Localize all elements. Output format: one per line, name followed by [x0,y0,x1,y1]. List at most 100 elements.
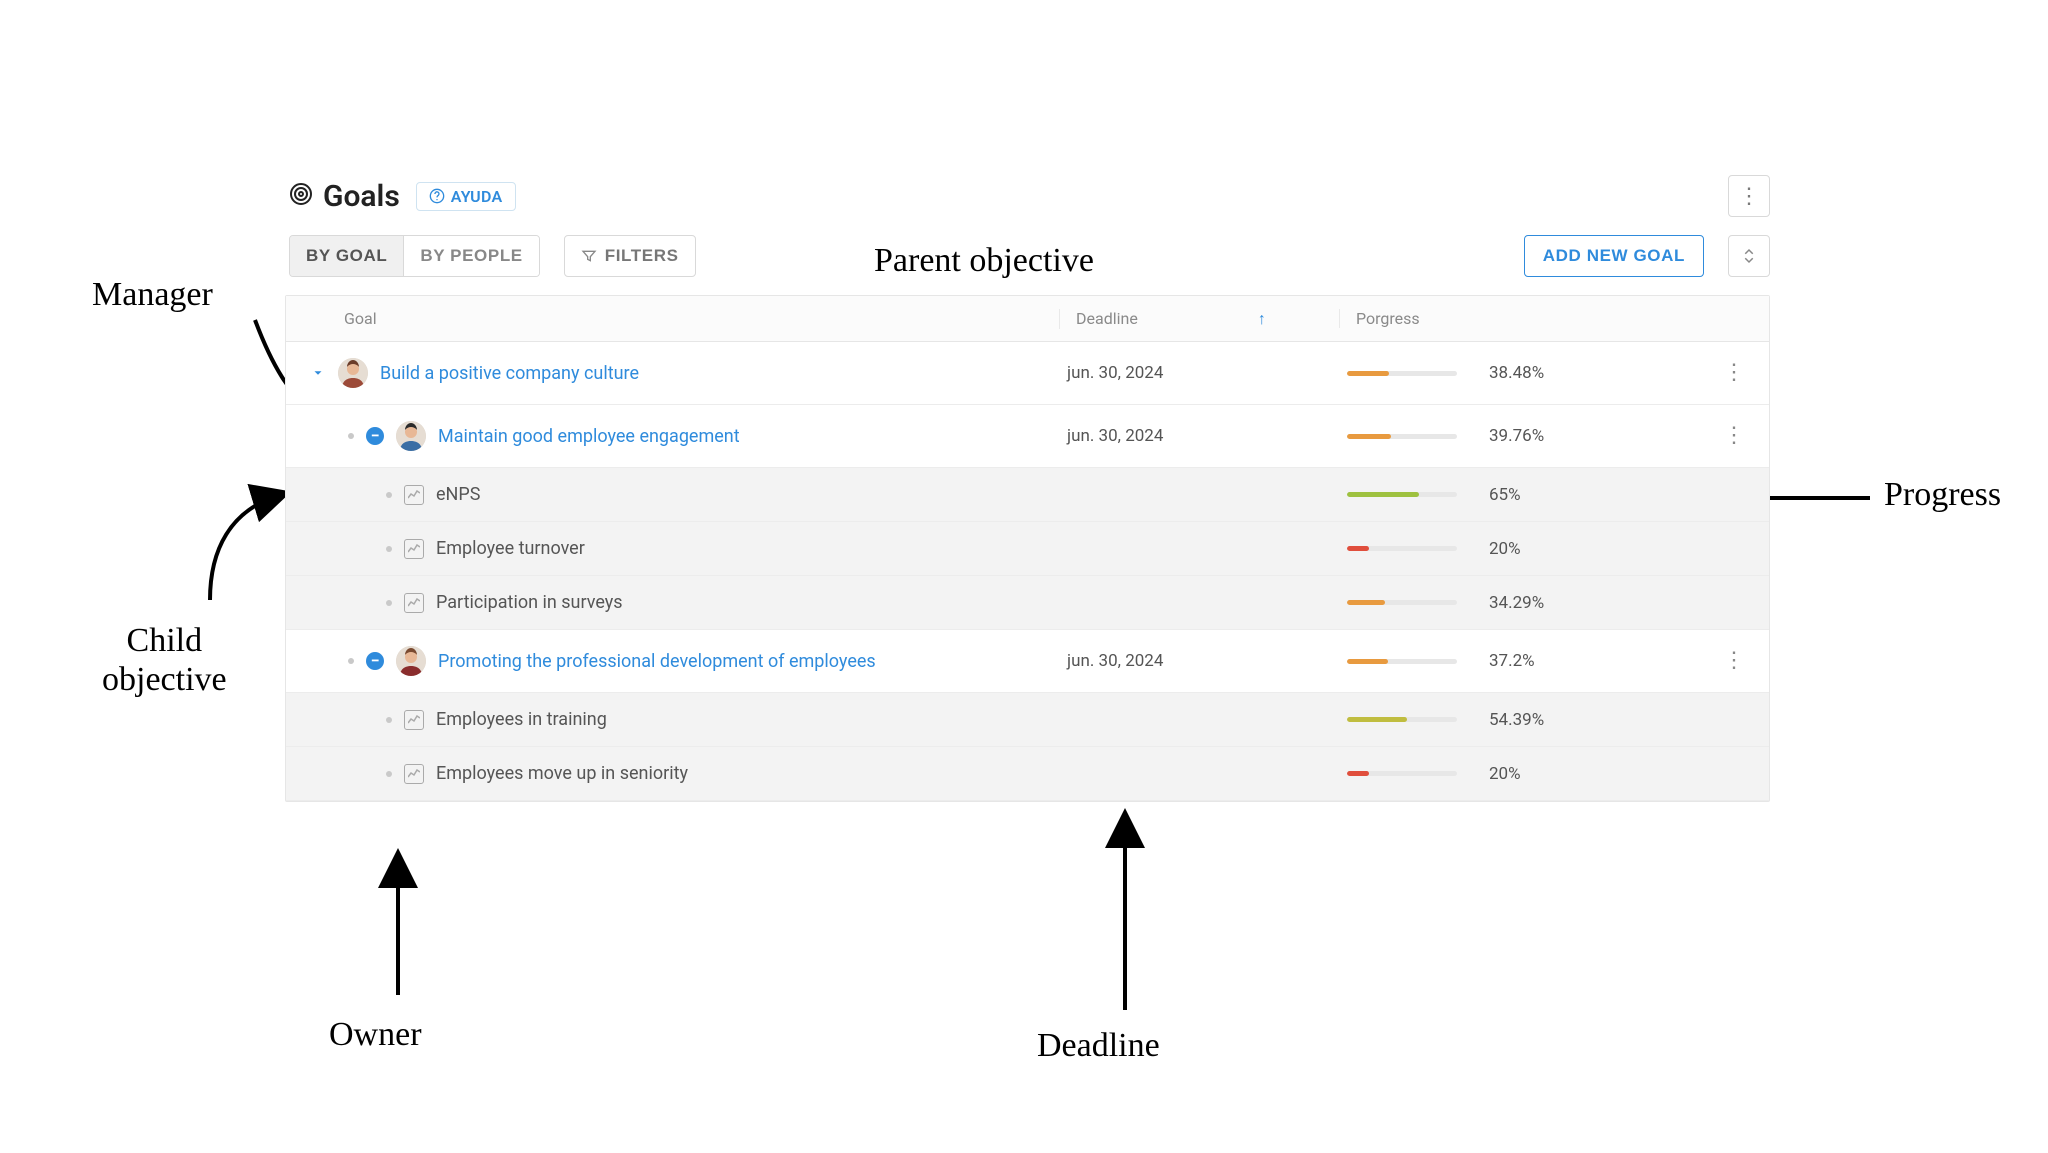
deadline-value: jun. 30, 2024 [1067,651,1163,671]
col-deadline[interactable]: Deadline ↑ [1059,309,1339,329]
table-row: − Promoting the professional development … [286,630,1769,693]
progress-bar [1347,371,1457,376]
progress-value: 20% [1489,764,1521,784]
chevron-updown-icon [1740,247,1758,265]
metric-icon [404,710,424,730]
metric-icon [404,593,424,613]
kr-title: eNPS [436,484,480,505]
table-row: Participation in surveys 34.29% [286,576,1769,630]
deadline-cell [1059,479,1339,511]
progress-value: 39.76% [1489,426,1544,446]
progress-bar [1347,717,1457,722]
progress-value: 37.2% [1489,651,1535,671]
toolbar: BY GOAL BY PEOPLE FILTERS ADD NEW GOAL [285,235,1770,295]
tree-dot [386,717,392,723]
goals-table: Goal Deadline ↑ Porgress Build a positiv… [285,295,1770,802]
metric-icon [404,485,424,505]
collapse-minus-icon[interactable]: − [366,427,384,445]
avatar[interactable] [396,421,426,451]
progress-cell: 20% [1339,523,1699,575]
table-row: Employees move up in seniority 20% [286,747,1769,801]
actions-cell: ⋮ [1699,425,1769,447]
progress-bar [1347,659,1457,664]
filters-label: FILTERS [605,246,679,266]
goal-title[interactable]: Build a positive company culture [380,363,639,384]
metric-icon [404,764,424,784]
row-more-button[interactable]: ⋮ [1723,425,1745,447]
callout-manager: Manager [92,275,213,314]
add-new-goal-button[interactable]: ADD NEW GOAL [1524,235,1704,277]
filters-button[interactable]: FILTERS [564,235,696,277]
progress-bar [1347,546,1457,551]
progress-bar [1347,600,1457,605]
goal-cell: Build a positive company culture [286,342,1059,404]
goal-cell: Participation in surveys [286,576,1059,629]
progress-bar [1347,492,1457,497]
progress-cell: 54.39% [1339,694,1699,746]
goal-cell: Employee turnover [286,522,1059,575]
table-row: Employees in training 54.39% [286,693,1769,747]
arrow-up-icon: ↑ [1258,309,1266,329]
progress-cell: 20% [1339,748,1699,800]
panel-header: Goals AYUDA ⋮ [285,175,1770,235]
target-icon [289,182,313,210]
help-button[interactable]: AYUDA [416,182,516,211]
avatar[interactable] [396,646,426,676]
goal-title[interactable]: Maintain good employee engagement [438,426,740,447]
actions-cell: ⋮ [1699,650,1769,672]
deadline-cell [1059,758,1339,790]
deadline-value: jun. 30, 2024 [1067,363,1163,383]
tree-dot [348,433,354,439]
help-icon [429,188,445,204]
table-row: − Maintain good employee engagement jun. 3… [286,405,1769,468]
table-row: eNPS 65% [286,468,1769,522]
tree-dot [386,771,392,777]
header-more-button[interactable]: ⋮ [1728,175,1770,217]
tree-dot [386,492,392,498]
kebab-icon: ⋮ [1738,185,1760,207]
tree-dot [348,658,354,664]
table-header: Goal Deadline ↑ Porgress [286,296,1769,342]
col-progress[interactable]: Porgress [1339,309,1769,328]
table-row: Employee turnover 20% [286,522,1769,576]
tab-by-people[interactable]: BY PEOPLE [403,236,538,276]
tab-by-goal[interactable]: BY GOAL [290,236,403,276]
goal-title[interactable]: Promoting the professional development o… [438,651,876,672]
callout-child: Child objective [102,621,227,699]
tree-dot [386,546,392,552]
callout-owner: Owner [329,1015,422,1054]
col-goal[interactable]: Goal [286,309,1059,328]
progress-cell: 37.2% [1339,635,1699,687]
row-more-button[interactable]: ⋮ [1723,650,1745,672]
goal-cell: Employees in training [286,693,1059,746]
tree-dot [386,600,392,606]
kr-title: Employees in training [436,709,607,730]
view-toggle: BY GOAL BY PEOPLE [289,235,540,277]
deadline-cell [1059,533,1339,565]
table-row: Build a positive company culture jun. 30,… [286,342,1769,405]
progress-value: 38.48% [1489,363,1544,383]
deadline-cell [1059,704,1339,736]
actions-cell: ⋮ [1699,362,1769,384]
kr-title: Employee turnover [436,538,585,559]
avatar[interactable] [338,358,368,388]
chevron-down-icon[interactable] [310,365,326,381]
goal-cell: Employees move up in seniority [286,747,1059,800]
row-more-button[interactable]: ⋮ [1723,362,1745,384]
progress-bar [1347,771,1457,776]
help-label: AYUDA [451,187,503,206]
page-title: Goals [323,179,400,214]
collapse-minus-icon[interactable]: − [366,652,384,670]
progress-value: 54.39% [1489,710,1544,730]
callout-deadline: Deadline [1037,1026,1160,1065]
deadline-value: jun. 30, 2024 [1067,426,1163,446]
metric-icon [404,539,424,559]
progress-value: 65% [1489,485,1521,505]
expand-collapse-button[interactable] [1728,235,1770,277]
progress-cell: 65% [1339,469,1699,521]
goal-cell: − Maintain good employee engagement [286,405,1059,467]
kr-title: Employees move up in seniority [436,763,688,784]
progress-cell: 34.29% [1339,577,1699,629]
goal-cell: − Promoting the professional development … [286,630,1059,692]
deadline-cell: jun. 30, 2024 [1059,635,1339,687]
